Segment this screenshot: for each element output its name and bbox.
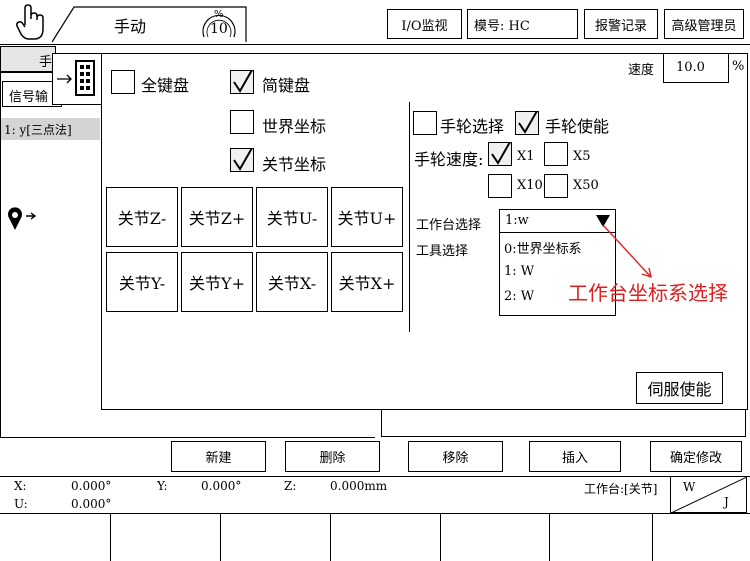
background-bottom-frame — [0, 437, 375, 438]
speed-x50-checkbox[interactable] — [544, 174, 568, 198]
z-value: 0.000mm — [330, 479, 388, 493]
joint-coord-checkbox[interactable] — [230, 148, 254, 172]
speed-x10-checkbox[interactable] — [488, 174, 512, 198]
speed-x50-label: X50 — [573, 178, 599, 193]
header-divider — [0, 44, 750, 45]
remove-button[interactable]: 移除 — [408, 441, 503, 472]
jog-x-minus-button[interactable]: 关节X- — [256, 252, 328, 312]
program-list-frame — [0, 72, 1, 437]
jog-u-plus-button[interactable]: 关节U+ — [331, 187, 403, 247]
speed-dial[interactable]: % 10 — [198, 7, 240, 41]
checkmark-icon — [233, 70, 253, 93]
user-level-button[interactable]: 高级管理员 — [664, 9, 744, 39]
u-label: U: — [14, 497, 28, 511]
program-list-row[interactable]: 1: y[三点法] — [0, 118, 100, 140]
z-label: Z: — [284, 479, 297, 493]
softkey-4[interactable] — [330, 513, 441, 561]
hand-icon[interactable] — [14, 3, 48, 41]
handwheel-select-label: 手轮选择 — [440, 117, 505, 136]
dropdown-option-0[interactable]: 0:世界坐标系 — [504, 238, 582, 257]
dropdown-option-2[interactable]: 2: W — [504, 289, 534, 304]
model-display[interactable]: 模号: HC — [467, 9, 578, 39]
panel-speed-input[interactable]: 10.0 — [663, 53, 729, 83]
alarm-log-button[interactable]: 报警记录 — [584, 9, 658, 39]
jog-y-plus-button[interactable]: 关节Y+ — [181, 252, 253, 312]
softkey-7[interactable] — [652, 513, 750, 561]
handwheel-select-checkbox[interactable] — [413, 111, 437, 135]
background-tab[interactable]: 手 — [0, 46, 56, 72]
x-value: 0.000° — [71, 479, 112, 493]
jog-u-minus-button[interactable]: 关节U- — [256, 187, 328, 247]
softkey-2[interactable] — [110, 513, 221, 561]
speed-x5-label: X5 — [573, 149, 591, 164]
mode-label: 手动 — [114, 17, 147, 36]
dropdown-option-1[interactable]: 1: W — [504, 264, 534, 279]
speed-symbol: % — [214, 9, 224, 20]
jog-z-minus-button[interactable]: 关节Z- — [106, 187, 178, 247]
status-bar-top-line — [0, 476, 750, 477]
location-pin-icon[interactable] — [6, 206, 40, 232]
servo-enable-button[interactable]: 伺服使能 — [636, 372, 723, 404]
panel-speed-label: 速度 — [628, 63, 655, 78]
softkey-6[interactable] — [549, 513, 653, 561]
softkey-1[interactable] — [0, 513, 111, 561]
speed-x10-label: X10 — [517, 178, 543, 193]
full-keyboard-label: 全键盘 — [141, 76, 190, 95]
speed-x1-checkbox[interactable] — [488, 142, 512, 166]
coord-indicator[interactable]: W J — [670, 476, 747, 513]
panel-divider — [409, 102, 410, 332]
full-keyboard-checkbox[interactable] — [111, 70, 135, 94]
softkey-5[interactable] — [440, 513, 550, 561]
keyboard-toggle-button[interactable] — [52, 53, 102, 105]
softkey-3[interactable] — [220, 513, 331, 561]
y-value: 0.000° — [201, 479, 242, 493]
u-value: 0.000° — [71, 497, 112, 511]
y-label: Y: — [157, 479, 168, 493]
handwheel-speed-label: 手轮速度: — [414, 150, 484, 169]
confirm-edit-button[interactable]: 确定修改 — [650, 441, 742, 472]
world-coord-checkbox[interactable] — [230, 110, 254, 134]
simple-keyboard-label: 简键盘 — [262, 76, 311, 95]
workbench-status: 工作台:[关节] — [584, 482, 658, 496]
new-button[interactable]: 新建 — [171, 441, 266, 472]
checkmark-icon — [491, 142, 511, 165]
speed-x1-label: X1 — [517, 149, 535, 164]
jog-z-plus-button[interactable]: 关节Z+ — [181, 187, 253, 247]
speed-x5-checkbox[interactable] — [544, 142, 568, 166]
workbench-select-label: 工作台选择 — [416, 218, 482, 233]
delete-button[interactable]: 删除 — [285, 441, 380, 472]
annotation-arrow — [600, 222, 660, 284]
workbench-select[interactable]: 1:w — [499, 209, 616, 233]
speed-value: 10 — [210, 21, 228, 37]
checkmark-icon — [518, 111, 538, 134]
jog-x-plus-button[interactable]: 关节X+ — [331, 252, 403, 312]
insert-button[interactable]: 插入 — [529, 441, 621, 472]
x-label: X: — [14, 479, 27, 493]
jog-y-minus-button[interactable]: 关节Y- — [106, 252, 178, 312]
world-coord-label: 世界坐标 — [262, 117, 327, 136]
handwheel-enable-checkbox[interactable] — [515, 111, 539, 135]
simple-keyboard-checkbox[interactable] — [230, 70, 254, 94]
panel-speed-unit: % — [732, 59, 745, 74]
tool-select-label: 工具选择 — [416, 244, 469, 259]
io-monitor-button[interactable]: I/O监视 — [387, 9, 462, 39]
annotation-text: 工作台坐标系选择 — [568, 281, 728, 305]
joint-coord-label: 关节坐标 — [262, 155, 327, 174]
handwheel-enable-label: 手轮使能 — [545, 117, 610, 136]
checkmark-icon — [233, 148, 253, 171]
